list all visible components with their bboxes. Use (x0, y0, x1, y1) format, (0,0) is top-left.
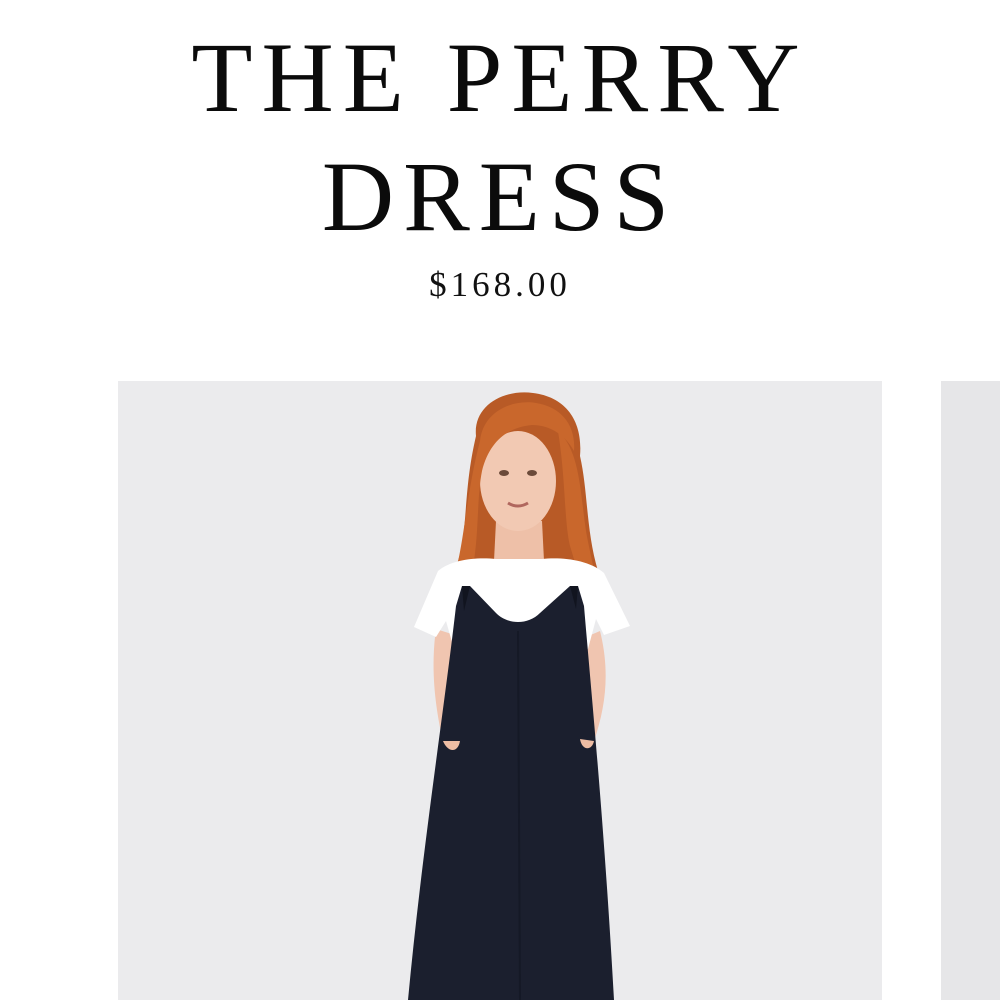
model-eye-right (527, 470, 537, 476)
product-image-gallery[interactable] (0, 381, 1000, 1000)
product-page: THE PERRY DRESS $168.00 (0, 0, 1000, 1000)
product-title-line-1: THE PERRY (191, 22, 809, 133)
product-image-next[interactable] (941, 381, 1000, 1000)
product-title-line-2: DRESS (321, 141, 679, 252)
model-eye-left (499, 470, 509, 476)
product-price: $168.00 (429, 265, 571, 304)
model-photo-illustration (118, 381, 882, 1000)
product-title: THE PERRY DRESS (0, 18, 1000, 256)
product-image-main[interactable] (118, 381, 882, 1000)
